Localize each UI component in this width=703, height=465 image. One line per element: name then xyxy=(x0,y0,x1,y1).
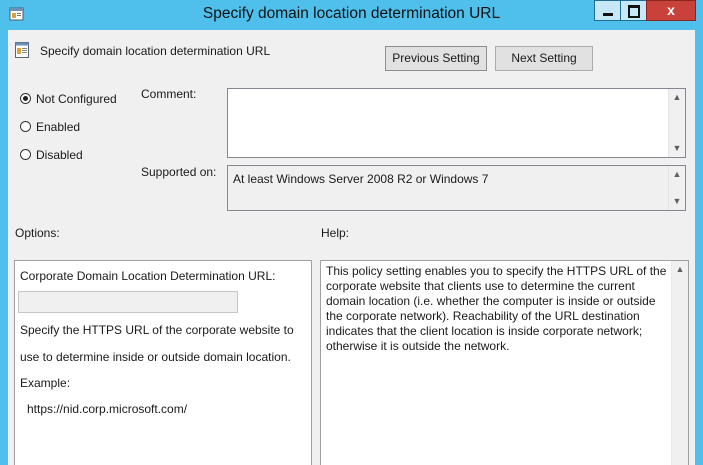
help-text-line: otherwise it is outside the network. xyxy=(326,339,510,353)
options-description-line-1: Specify the HTTPS URL of the corporate w… xyxy=(20,323,294,337)
radio-enabled[interactable]: Enabled xyxy=(20,119,100,135)
chevron-up-icon[interactable]: ▲ xyxy=(672,261,688,278)
policy-dialog-window: Specify domain location determination UR… xyxy=(0,0,703,465)
title-bar[interactable]: Specify domain location determination UR… xyxy=(0,0,703,30)
help-panel: This policy setting enables you to speci… xyxy=(320,260,689,465)
help-scrollbar[interactable]: ▲ xyxy=(671,261,688,465)
help-text-line: This policy setting enables you to speci… xyxy=(326,264,667,278)
radio-not-configured-indicator[interactable] xyxy=(20,93,31,104)
supported-on-field: At least Windows Server 2008 R2 or Windo… xyxy=(227,165,686,211)
supported-scrollbar[interactable]: ▲ ▼ xyxy=(668,166,685,210)
radio-enabled-indicator[interactable] xyxy=(20,121,31,132)
comment-scrollbar[interactable]: ▲ ▼ xyxy=(668,89,685,157)
dialog-client-area: Specify domain location determination UR… xyxy=(8,30,695,465)
previous-setting-button[interactable]: Previous Setting xyxy=(385,46,487,71)
help-text-line: the corporate network). Reachability of … xyxy=(326,309,640,323)
close-button[interactable]: x xyxy=(646,0,696,21)
corporate-url-label: Corporate Domain Location Determination … xyxy=(20,269,276,283)
help-text-line: corporate website that clients use to de… xyxy=(326,279,635,293)
radio-disabled-indicator[interactable] xyxy=(20,149,31,160)
maximize-icon xyxy=(628,5,640,18)
help-text-line: indicates that the client location is in… xyxy=(326,324,643,338)
radio-disabled-label: Disabled xyxy=(36,148,83,162)
comment-label: Comment: xyxy=(141,87,197,101)
setting-name-label: Specify domain location determination UR… xyxy=(40,44,271,58)
radio-disabled[interactable]: Disabled xyxy=(20,147,100,163)
chevron-down-icon[interactable]: ▼ xyxy=(669,193,685,210)
example-label: Example: xyxy=(20,376,71,390)
minimize-icon xyxy=(603,13,613,16)
comment-textarea[interactable]: ▲ ▼ xyxy=(227,88,686,158)
chevron-down-icon[interactable]: ▼ xyxy=(669,140,685,157)
example-url-value: https://nid.corp.microsoft.com/ xyxy=(27,402,188,416)
help-heading: Help: xyxy=(321,226,350,240)
radio-not-configured-label: Not Configured xyxy=(36,92,117,106)
chevron-up-icon[interactable]: ▲ xyxy=(669,166,685,183)
chevron-up-icon[interactable]: ▲ xyxy=(669,89,685,106)
radio-enabled-label: Enabled xyxy=(36,120,81,134)
next-setting-button[interactable]: Next Setting xyxy=(495,46,593,71)
corporate-url-input[interactable] xyxy=(18,291,238,313)
policy-setting-icon xyxy=(15,42,29,58)
radio-not-configured[interactable]: Not Configured xyxy=(20,91,130,107)
supported-on-label: Supported on: xyxy=(141,165,217,179)
maximize-button[interactable] xyxy=(620,0,646,21)
close-icon: x xyxy=(667,2,675,18)
help-text: This policy setting enables you to speci… xyxy=(326,264,666,354)
options-panel: Corporate Domain Location Determination … xyxy=(14,260,312,465)
options-heading: Options: xyxy=(15,226,60,240)
supported-on-value: At least Windows Server 2008 R2 or Windo… xyxy=(233,172,489,186)
minimize-button[interactable] xyxy=(594,0,620,21)
options-description-line-2: use to determine inside or outside domai… xyxy=(20,350,291,364)
help-text-line: domain location (i.e. whether the comput… xyxy=(326,294,656,308)
